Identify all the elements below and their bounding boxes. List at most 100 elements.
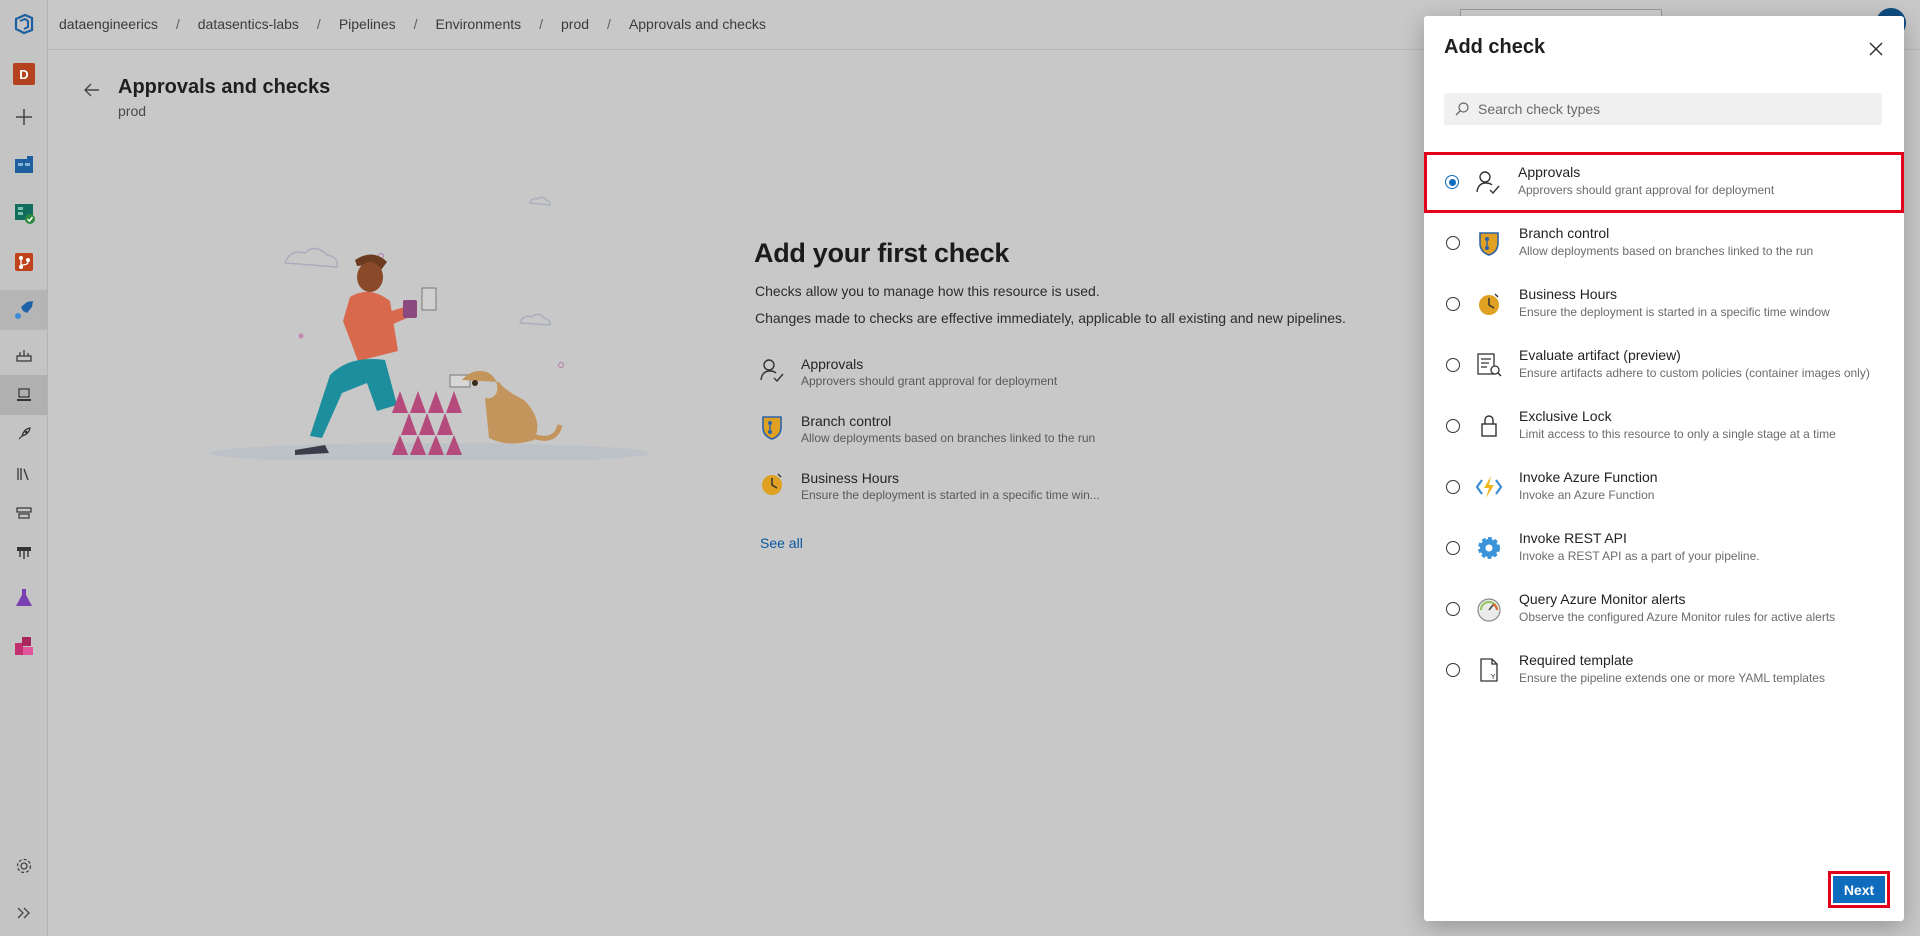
expand-icon[interactable] — [11, 900, 37, 926]
check-option-evaluate-artifact[interactable]: Evaluate artifact (preview) Ensure artif… — [1425, 335, 1903, 396]
option-name: Required template — [1519, 652, 1634, 668]
clock-icon — [1475, 290, 1503, 318]
option-name: Approvals — [1518, 164, 1581, 180]
task-groups-icon[interactable] — [11, 500, 37, 526]
breadcrumb-separator: / — [539, 16, 544, 32]
releases-icon[interactable] — [11, 421, 37, 447]
new-item-icon[interactable] — [11, 104, 37, 130]
option-name: Business Hours — [1519, 286, 1618, 302]
lock-icon — [1475, 412, 1503, 440]
empty-state-description: Checks allow you to manage how this reso… — [755, 283, 1100, 299]
svg-text:Y: Y — [1490, 673, 1496, 681]
check-option-invoke-rest-api[interactable]: Invoke REST API Invoke a REST API as a p… — [1425, 518, 1903, 579]
option-name: Invoke Azure Function — [1519, 469, 1658, 485]
breadcrumb-separator: / — [316, 16, 321, 32]
approvals-icon — [758, 356, 786, 384]
back-arrow-icon[interactable] — [82, 80, 102, 100]
next-button[interactable]: Next — [1833, 876, 1885, 903]
azure-devops-logo-icon[interactable] — [11, 11, 37, 37]
evaluate-artifact-icon — [1475, 351, 1503, 379]
check-description: Allow deployments based on branches link… — [801, 431, 1096, 445]
branch-control-icon — [758, 413, 786, 441]
project-avatar-letter: D — [13, 63, 35, 85]
option-name: Invoke REST API — [1519, 530, 1627, 546]
clock-icon — [758, 470, 786, 498]
breadcrumb-org[interactable]: dataengineerics — [59, 16, 158, 32]
overview-icon[interactable] — [11, 152, 37, 178]
boards-icon[interactable] — [11, 200, 37, 226]
page-title: Approvals and checks — [118, 76, 331, 98]
empty-state-description-2: Changes made to checks are effective imm… — [755, 310, 1346, 326]
yaml-template-icon: Y — [1475, 656, 1503, 684]
search-icon — [1454, 101, 1470, 117]
radio-button[interactable] — [1446, 541, 1460, 555]
check-option-branch-control[interactable]: Branch control Allow deployments based o… — [1425, 213, 1903, 274]
option-description: Invoke a REST API as a part of your pipe… — [1519, 549, 1760, 563]
empty-state-title: Add your first check — [754, 238, 1010, 268]
azure-monitor-icon — [1475, 595, 1503, 623]
radio-button[interactable] — [1446, 236, 1460, 250]
option-description: Limit access to this resource to only a … — [1519, 427, 1836, 441]
environments-icon[interactable] — [11, 382, 37, 408]
repos-icon[interactable] — [11, 249, 37, 275]
breadcrumb-environment[interactable]: prod — [561, 16, 589, 32]
see-all-link[interactable]: See all — [760, 535, 803, 551]
close-icon[interactable] — [1865, 38, 1887, 60]
panel-title: Add check — [1444, 36, 1546, 58]
check-option-query-azure-monitor[interactable]: Query Azure Monitor alerts Observe the c… — [1425, 579, 1903, 640]
radio-button[interactable] — [1445, 175, 1459, 189]
radio-button[interactable] — [1446, 480, 1460, 494]
empty-state-illustration — [200, 185, 660, 463]
check-name: Branch control — [801, 413, 892, 429]
check-description: Approvers should grant approval for depl… — [801, 374, 1058, 388]
option-name: Branch control — [1519, 225, 1610, 241]
test-plans-icon[interactable] — [11, 585, 37, 611]
radio-button[interactable] — [1446, 358, 1460, 372]
radio-button[interactable] — [1446, 663, 1460, 677]
option-name: Exclusive Lock — [1519, 408, 1612, 424]
artifacts-icon[interactable] — [11, 633, 37, 659]
option-description: Approvers should grant approval for depl… — [1518, 183, 1775, 197]
radio-button[interactable] — [1446, 602, 1460, 616]
radio-button[interactable] — [1446, 297, 1460, 311]
option-name: Query Azure Monitor alerts — [1519, 591, 1686, 607]
next-button-highlight: Next — [1828, 871, 1890, 908]
check-name: Business Hours — [801, 470, 900, 486]
breadcrumb-separator: / — [413, 16, 418, 32]
breadcrumb-project[interactable]: datasentics-labs — [198, 16, 299, 32]
left-nav-rail: D — [0, 0, 48, 936]
check-option-business-hours[interactable]: Business Hours Ensure the deployment is … — [1425, 274, 1903, 335]
option-description: Observe the configured Azure Monitor rul… — [1519, 610, 1836, 624]
breadcrumb-separator: / — [607, 16, 611, 32]
project-avatar[interactable]: D — [11, 61, 37, 87]
library-icon[interactable] — [11, 461, 37, 487]
deployment-groups-icon[interactable] — [11, 540, 37, 566]
approvals-icon — [1474, 168, 1502, 196]
search-check-types — [1444, 93, 1882, 125]
check-name: Approvals — [801, 356, 864, 372]
breadcrumb-separator: / — [175, 16, 180, 32]
page-subtitle: prod — [118, 103, 147, 119]
check-option-required-template[interactable]: Y Required template Ensure the pipeline … — [1425, 640, 1903, 701]
option-description: Ensure the pipeline extends one or more … — [1519, 671, 1825, 685]
option-description: Ensure artifacts adhere to custom polici… — [1519, 366, 1870, 380]
settings-icon[interactable] — [11, 853, 37, 879]
radio-button[interactable] — [1446, 419, 1460, 433]
gear-icon — [1475, 534, 1503, 562]
breadcrumb-current[interactable]: Approvals and checks — [629, 16, 766, 32]
breadcrumb-environments[interactable]: Environments — [436, 16, 522, 32]
option-description: Ensure the deployment is started in a sp… — [1519, 305, 1830, 319]
check-option-invoke-azure-function[interactable]: Invoke Azure Function Invoke an Azure Fu… — [1425, 457, 1903, 518]
search-input[interactable] — [1478, 93, 1873, 125]
option-description: Invoke an Azure Function — [1519, 488, 1655, 502]
option-name: Evaluate artifact (preview) — [1519, 347, 1681, 363]
option-description: Allow deployments based on branches link… — [1519, 244, 1814, 258]
check-option-exclusive-lock[interactable]: Exclusive Lock Limit access to this reso… — [1425, 396, 1903, 457]
pipelines-icon[interactable] — [11, 297, 37, 323]
breadcrumb-pipelines[interactable]: Pipelines — [339, 16, 396, 32]
branch-control-icon — [1475, 229, 1503, 257]
pipelines-sub-icon[interactable] — [11, 342, 37, 368]
check-option-approvals[interactable]: Approvals Approvers should grant approva… — [1424, 152, 1904, 213]
azure-function-icon — [1475, 473, 1503, 501]
breadcrumb: dataengineerics / datasentics-labs / Pipelin… — [59, 16, 766, 32]
